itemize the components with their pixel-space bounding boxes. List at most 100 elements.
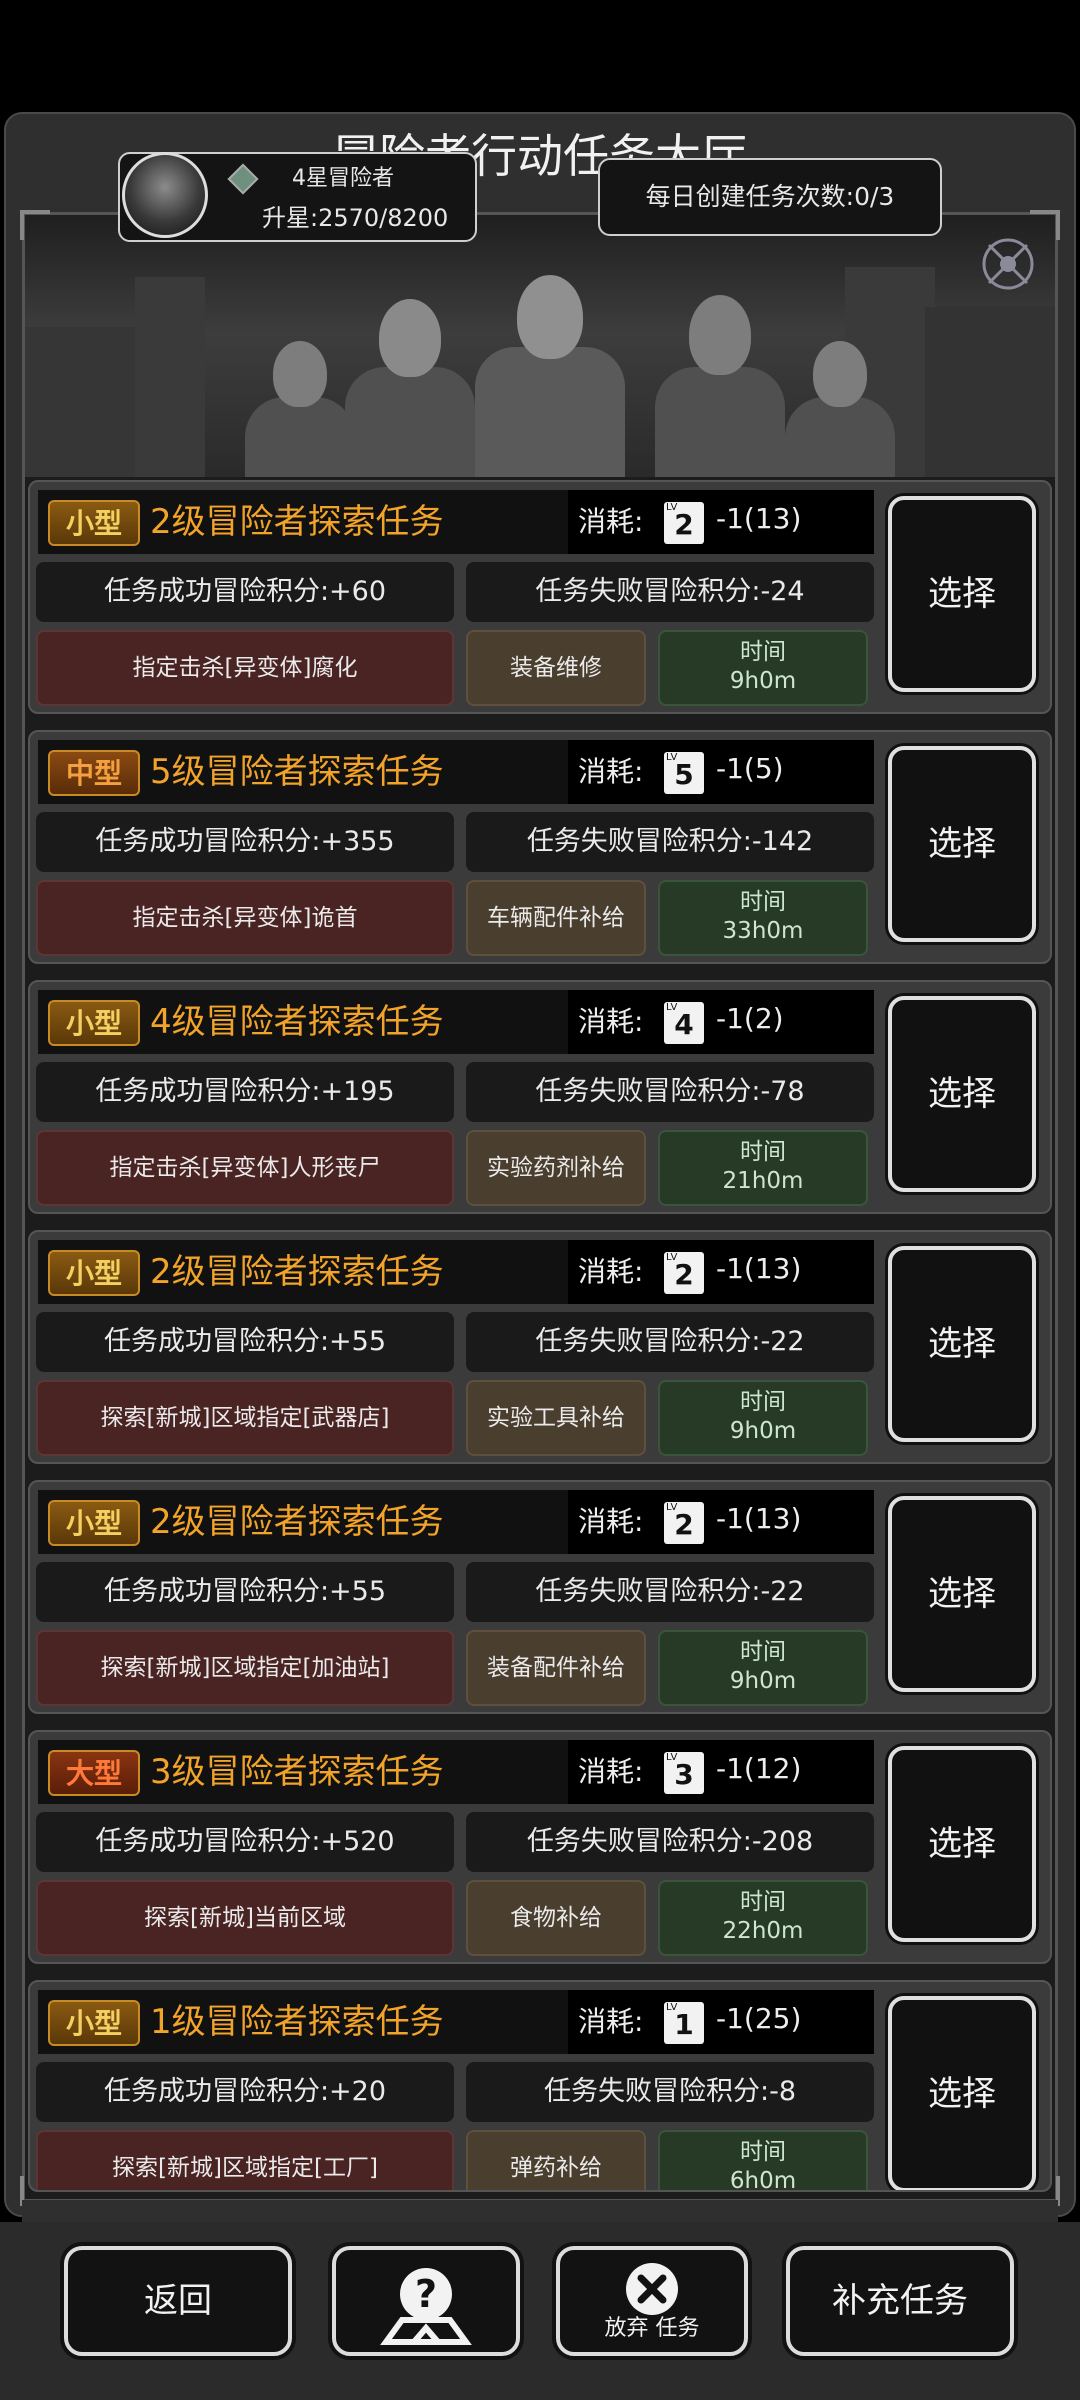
mission-name: 4级冒险者探索任务 — [150, 1002, 444, 1042]
level-ticket-icon: LV 2 — [664, 1252, 704, 1294]
level-ticket-icon: LV 3 — [664, 1752, 704, 1794]
success-points: 任务成功冒险积分:+520 — [36, 1812, 454, 1872]
mission-target: 指定击杀[异变体]诡首 — [36, 880, 454, 956]
frame-corner — [1030, 210, 1060, 240]
fail-points: 任务失败冒险积分:-78 — [466, 1062, 874, 1122]
mission-time: 时间 6h0m — [658, 2130, 868, 2192]
back-button[interactable]: 返回 — [64, 2246, 292, 2356]
mission-time: 时间 21h0m — [658, 1130, 868, 1206]
mission-header: 中型 5级冒险者探索任务 消耗: LV 5 -1(5) — [38, 740, 874, 804]
level-ticket-icon: LV 1 — [664, 2002, 704, 2044]
mission-name: 3级冒险者探索任务 — [150, 1752, 444, 1792]
success-points: 任务成功冒险积分:+355 — [36, 812, 454, 872]
mission-header: 大型 3级冒险者探索任务 消耗: LV 3 -1(12) — [38, 1740, 874, 1804]
mission-time: 时间 9h0m — [658, 1380, 868, 1456]
mission-card: 小型 2级冒险者探索任务 消耗: LV 2 -1(13) 任务成功冒险积分:+55 任务失败冒… — [28, 1480, 1052, 1714]
mission-reward: 车辆配件补给 — [466, 880, 646, 956]
mission-header: 小型 2级冒险者探索任务 消耗: LV 2 -1(13) — [38, 1490, 874, 1554]
fail-points: 任务失败冒险积分:-22 — [466, 1562, 874, 1622]
choose-mission-button[interactable]: 选择 — [888, 1996, 1036, 2190]
refill-mission-label: 补充任务 — [832, 2281, 968, 2321]
mission-header: 小型 1级冒险者探索任务 消耗: LV 1 -1(25) — [38, 1990, 874, 2054]
choose-mission-button[interactable]: 选择 — [888, 1746, 1036, 1942]
time-label: 时间 — [740, 639, 786, 665]
fail-points: 任务失败冒险积分:-22 — [466, 1312, 874, 1372]
time-value: 9h0m — [729, 1668, 797, 1694]
cost-value: -1(12) — [716, 1752, 802, 1785]
rank-name: 4星冒险者 — [292, 166, 394, 191]
bottom-bar: 返回 ? 放弃 任务 补充任务 — [0, 2222, 1080, 2400]
mission-cost: 消耗: LV 1 -1(25) — [568, 1990, 874, 2054]
ticket-level: 1 — [674, 2008, 694, 2041]
mission-size-badge: 大型 — [48, 1750, 140, 1796]
fail-points: 任务失败冒险积分:-208 — [466, 1812, 874, 1872]
ticket-level: 2 — [674, 1258, 694, 1291]
cost-label: 消耗: — [578, 1005, 644, 1038]
daily-create-count: 每日创建任务次数:0/3 — [598, 158, 942, 236]
mission-time: 时间 22h0m — [658, 1880, 868, 1956]
help-question-icon: ? — [380, 2268, 472, 2345]
mission-reward: 实验药剂补给 — [466, 1130, 646, 1206]
help-button[interactable]: ? — [332, 2246, 520, 2356]
time-value: 9h0m — [729, 668, 797, 694]
mission-header: 小型 2级冒险者探索任务 消耗: LV 2 -1(13) — [38, 490, 874, 554]
mission-size-badge: 小型 — [48, 2000, 140, 2046]
cost-label: 消耗: — [578, 2005, 644, 2038]
time-label: 时间 — [740, 1389, 786, 1415]
mission-size-badge: 中型 — [48, 750, 140, 796]
choose-mission-button[interactable]: 选择 — [888, 746, 1036, 942]
mission-size-badge: 小型 — [48, 1250, 140, 1296]
mission-cost: 消耗: LV 2 -1(13) — [568, 1490, 874, 1554]
mission-card: 中型 5级冒险者探索任务 消耗: LV 5 -1(5) 任务成功冒险积分:+355 任务失败冒… — [28, 730, 1052, 964]
mission-time: 时间 9h0m — [658, 630, 868, 706]
close-x-icon — [626, 2263, 678, 2315]
mission-header: 小型 4级冒险者探索任务 消耗: LV 4 -1(2) — [38, 990, 874, 1054]
success-points: 任务成功冒险积分:+195 — [36, 1062, 454, 1122]
fail-points: 任务失败冒险积分:-8 — [466, 2062, 874, 2122]
cost-value: -1(5) — [716, 752, 784, 785]
mission-size-badge: 小型 — [48, 1500, 140, 1546]
mission-card: 小型 2级冒险者探索任务 消耗: LV 2 -1(13) 任务成功冒险积分:+60 任务失败冒… — [28, 480, 1052, 714]
mission-time: 时间 33h0m — [658, 880, 868, 956]
quit-mission-button[interactable]: 放弃 任务 — [556, 2246, 748, 2356]
star-progress: 升星:2570/8200 — [262, 204, 449, 232]
level-ticket-icon: LV 5 — [664, 752, 704, 794]
fail-points: 任务失败冒险积分:-142 — [466, 812, 874, 872]
choose-mission-button[interactable]: 选择 — [888, 996, 1036, 1192]
success-points: 任务成功冒险积分:+55 — [36, 1562, 454, 1622]
mission-cost: 消耗: LV 2 -1(13) — [568, 490, 874, 554]
mission-target: 探索[新城]区域指定[工厂] — [36, 2130, 454, 2190]
success-points: 任务成功冒险积分:+20 — [36, 2062, 454, 2122]
time-value: 9h0m — [729, 1418, 797, 1444]
mission-target: 指定击杀[异变体]腐化 — [36, 630, 454, 706]
cost-value: -1(13) — [716, 502, 802, 535]
mission-card: 小型 2级冒险者探索任务 消耗: LV 2 -1(13) 任务成功冒险积分:+55 任务失败冒… — [28, 1230, 1052, 1464]
mission-reward: 食物补给 — [466, 1880, 646, 1956]
choose-mission-button[interactable]: 选择 — [888, 1496, 1036, 1692]
mission-card: 小型 1级冒险者探索任务 消耗: LV 1 -1(25) 任务成功冒险积分:+20 任务失败冒… — [28, 1980, 1052, 2192]
mission-reward: 弹药补给 — [466, 2130, 646, 2190]
mission-cost: 消耗: LV 5 -1(5) — [568, 740, 874, 804]
avatar[interactable] — [122, 152, 208, 238]
cost-value: -1(25) — [716, 2002, 802, 2035]
success-points: 任务成功冒险积分:+60 — [36, 562, 454, 622]
time-label: 时间 — [740, 1139, 786, 1165]
mission-reward: 装备维修 — [466, 630, 646, 706]
mission-header: 小型 2级冒险者探索任务 消耗: LV 2 -1(13) — [38, 1240, 874, 1304]
choose-mission-button[interactable]: 选择 — [888, 496, 1036, 692]
mission-name: 1级冒险者探索任务 — [150, 2002, 444, 2042]
mission-size-badge: 小型 — [48, 500, 140, 546]
mission-cost: 消耗: LV 2 -1(13) — [568, 1240, 874, 1304]
mission-name: 5级冒险者探索任务 — [150, 752, 444, 792]
ticket-level: 5 — [674, 758, 694, 791]
cost-value: -1(2) — [716, 1002, 784, 1035]
mission-card: 小型 4级冒险者探索任务 消耗: LV 4 -1(2) 任务成功冒险积分:+195 任务失败冒… — [28, 980, 1052, 1214]
success-points: 任务成功冒险积分:+55 — [36, 1312, 454, 1372]
ticket-level: 2 — [674, 508, 694, 541]
frame-corner — [20, 210, 50, 240]
mission-name: 2级冒险者探索任务 — [150, 1252, 444, 1292]
time-value: 6h0m — [729, 2168, 797, 2192]
level-ticket-icon: LV 2 — [664, 502, 704, 544]
refill-mission-button[interactable]: 补充任务 — [786, 2246, 1014, 2356]
choose-mission-button[interactable]: 选择 — [888, 1246, 1036, 1442]
